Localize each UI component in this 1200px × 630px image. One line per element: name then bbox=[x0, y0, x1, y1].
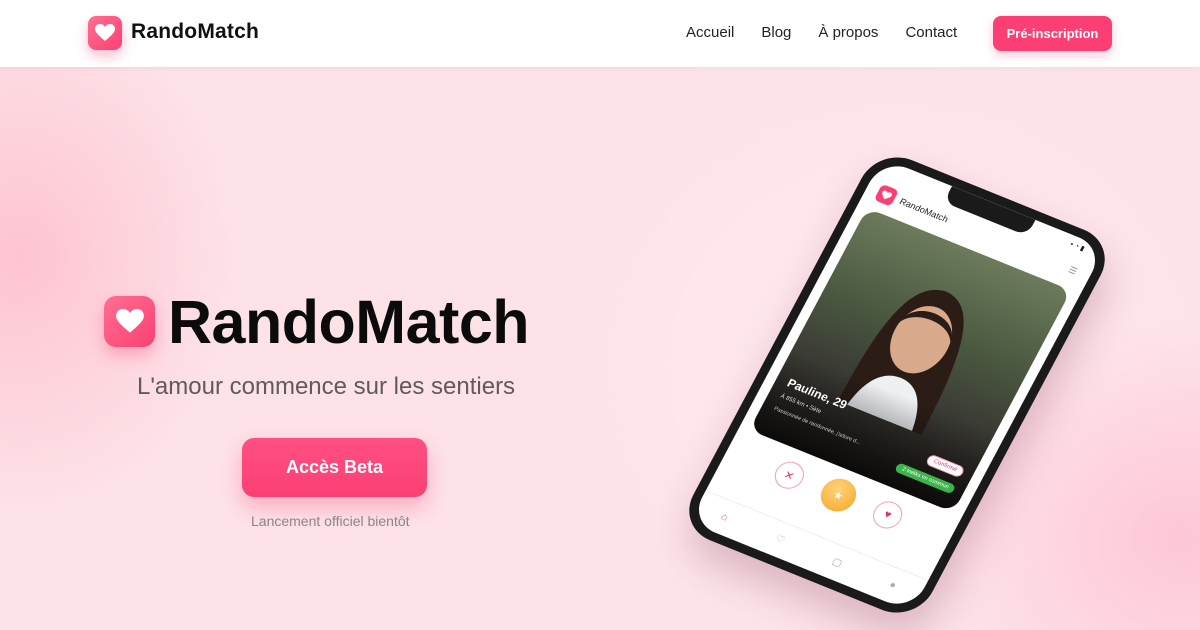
super-like-button[interactable]: ★ bbox=[814, 473, 863, 517]
nav-link-contact[interactable]: Contact bbox=[905, 24, 957, 41]
nav-link-a-propos[interactable]: À propos bbox=[818, 24, 878, 41]
nav-links: Accueil Blog À propos Contact bbox=[686, 24, 957, 41]
heart-logo-icon bbox=[873, 183, 899, 207]
phone-screen: ▪ ◔ ▮ RandoMatch ☰ Pauline, 29 À 855 km … bbox=[688, 158, 1106, 612]
app-name: RandoMatch bbox=[897, 196, 950, 225]
phone-frame: ▪ ◔ ▮ RandoMatch ☰ Pauline, 29 À 855 km … bbox=[676, 146, 1118, 624]
status-icons: ▪ ◔ ▮ bbox=[1068, 241, 1086, 253]
profile-icon[interactable]: ● bbox=[887, 579, 898, 591]
matches-icon[interactable]: ♡ bbox=[773, 533, 787, 546]
nav-link-blog[interactable]: Blog bbox=[761, 24, 791, 41]
reject-button[interactable]: ✕ bbox=[769, 457, 809, 493]
home-icon[interactable]: ⌂ bbox=[719, 511, 730, 523]
beta-access-button[interactable]: Accès Beta bbox=[242, 438, 427, 497]
nav-brand-name[interactable]: RandoMatch bbox=[131, 20, 259, 44]
hero-tagline: L'amour commence sur les sentiers bbox=[137, 373, 516, 400]
launch-note: Lancement officiel bientôt bbox=[251, 513, 410, 529]
like-button[interactable]: ♥ bbox=[868, 497, 908, 533]
phone-notch bbox=[943, 186, 1036, 236]
hero-title: RandoMatch bbox=[168, 288, 530, 356]
top-nav: RandoMatch Accueil Blog À propos Contact… bbox=[0, 0, 1200, 67]
chat-icon[interactable]: ▢ bbox=[830, 556, 844, 569]
heart-logo-icon[interactable] bbox=[88, 16, 122, 50]
heart-logo-icon bbox=[104, 296, 155, 347]
filter-icon[interactable]: ☰ bbox=[1066, 265, 1079, 278]
nav-link-accueil[interactable]: Accueil bbox=[686, 24, 734, 41]
hero-section: RandoMatch L'amour commence sur les sent… bbox=[0, 67, 1200, 630]
pre-inscription-button[interactable]: Pré-inscription bbox=[993, 16, 1112, 51]
